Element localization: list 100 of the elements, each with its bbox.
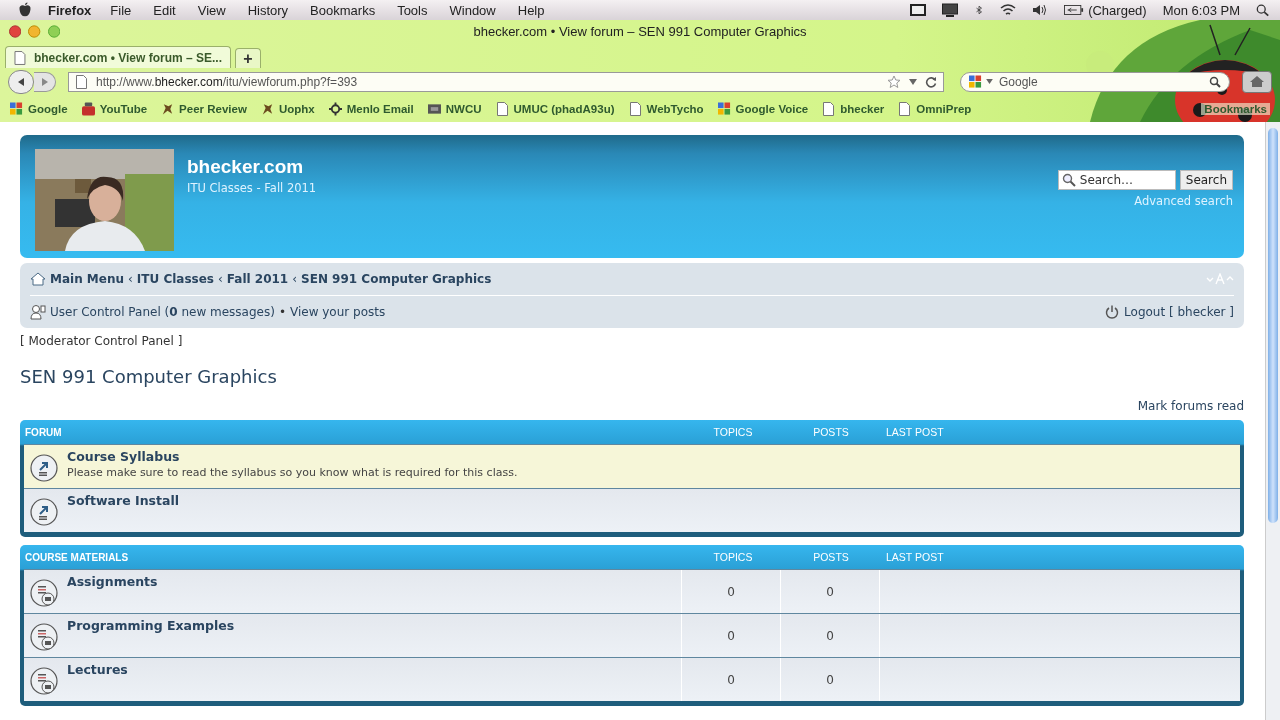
forum-row[interactable]: Programming Examples 0 0 — [24, 613, 1240, 657]
arrow-circle-icon — [30, 498, 58, 526]
user-icon — [30, 304, 46, 320]
search-icon[interactable] — [1209, 75, 1221, 88]
bookmark-item[interactable]: Menlo Email — [328, 101, 414, 116]
display-icon[interactable] — [942, 3, 959, 17]
breadcrumb-separator: ‹ — [292, 272, 298, 286]
back-button[interactable] — [8, 69, 34, 94]
logout-link[interactable]: Logout [ bhecker ] — [1124, 305, 1234, 319]
page-icon — [14, 50, 26, 65]
mark-read-link[interactable]: Mark forums read — [1137, 399, 1244, 413]
search-bar[interactable]: Google — [960, 71, 1230, 92]
tab-label: bhecker.com • View forum – SE... — [33, 50, 222, 65]
badge-icon — [427, 101, 441, 116]
bookmark-item[interactable]: UMUC (phadA93u) — [495, 101, 615, 116]
search-input[interactable]: Google — [997, 73, 1205, 90]
back-arrow-icon — [16, 76, 26, 87]
window-title: bhecker.com • View forum – SEN 991 Computer Graphics — [472, 23, 808, 39]
house-icon — [1249, 75, 1265, 88]
arrow-circle-icon — [30, 454, 58, 482]
forum-row[interactable]: Assignments 0 0 — [24, 569, 1240, 613]
menu-item[interactable]: Window — [449, 2, 496, 18]
star-icon[interactable] — [887, 74, 901, 89]
breadcrumb-separator: ‹ — [128, 272, 133, 286]
dropdown-icon[interactable] — [909, 78, 917, 85]
home-icon[interactable] — [30, 271, 46, 287]
menu-item[interactable]: View — [197, 2, 226, 18]
search-icon[interactable] — [1256, 3, 1270, 17]
site-subtitle: ITU Classes - Fall 2011 — [187, 181, 317, 195]
column-header: LAST POST — [885, 426, 945, 438]
posts-cell: 0 — [780, 658, 879, 701]
menu-item[interactable]: Edit — [153, 2, 176, 18]
forum-read-icon — [30, 623, 58, 651]
menu-item[interactable]: File — [110, 2, 132, 18]
forum-link[interactable]: Assignments — [67, 574, 158, 589]
battery-icon[interactable] — [1064, 3, 1085, 17]
browser-tab[interactable]: bhecker.com • View forum – SE... — [5, 46, 231, 68]
breadcrumb-link[interactable]: Main Menu — [50, 272, 125, 286]
speaker-icon[interactable] — [1032, 3, 1049, 17]
app-menu[interactable]: Firefox — [48, 2, 92, 18]
search-button[interactable]: Search — [1179, 170, 1233, 190]
search-icon — [1061, 173, 1076, 187]
address-bar[interactable]: http://www.bhecker.com/itu/viewforum.php?f=393 — [68, 71, 944, 92]
bookmark-item[interactable]: Google — [10, 101, 68, 116]
menu-item[interactable]: Help — [517, 2, 545, 18]
colored-squares-icon[interactable] — [969, 74, 982, 89]
topics-cell: 0 — [681, 658, 780, 701]
breadcrumb-link[interactable]: Fall 2011 — [226, 272, 289, 286]
column-header: POSTS — [812, 426, 850, 438]
bookmark-item[interactable]: WebTycho — [628, 101, 704, 116]
page-icon — [898, 101, 912, 116]
page-icon — [628, 101, 642, 116]
forum-link[interactable]: Programming Examples — [67, 618, 235, 633]
separator-dot: • — [278, 305, 286, 319]
bookmarks-menu[interactable]: Bookmarks — [1201, 102, 1270, 115]
bookmark-item[interactable]: OmniPrep — [898, 101, 972, 116]
forum-row[interactable]: Software Install — [24, 488, 1240, 532]
menu-item[interactable]: History — [247, 2, 289, 18]
breadcrumb-link[interactable]: SEN 991 Computer Graphics — [301, 272, 492, 286]
breadcrumb-link[interactable]: ITU Classes — [136, 272, 214, 286]
forum-read-icon — [30, 579, 58, 607]
page-icon — [822, 101, 836, 116]
apple-icon[interactable] — [18, 2, 32, 18]
bookmark-item[interactable]: YouTube — [81, 101, 148, 116]
forum-link[interactable]: Course Syllabus — [67, 449, 180, 464]
menu-item[interactable]: Bookmarks — [310, 2, 376, 18]
column-header: TOPICS — [712, 426, 754, 438]
power-icon — [1104, 304, 1121, 320]
colored-squares-icon — [10, 101, 23, 116]
clock[interactable]: Mon 6:03 PM — [1162, 2, 1240, 18]
home-button[interactable] — [1242, 70, 1272, 93]
new-tab-button[interactable]: + — [235, 48, 261, 68]
moderator-panel-link[interactable]: [ Moderator Control Panel ] — [20, 334, 183, 348]
close-icon[interactable] — [9, 24, 22, 38]
wifi-icon[interactable] — [1000, 3, 1017, 17]
forum-row[interactable]: Lectures 0 0 — [24, 657, 1240, 701]
bookmark-item[interactable]: Uophx — [260, 101, 315, 116]
battery-status: (Charged) — [1088, 2, 1147, 18]
column-header: LAST POST — [885, 551, 945, 563]
breadcrumb-separator: ‹ — [218, 272, 223, 286]
bookmark-item[interactable]: bhecker — [822, 101, 885, 116]
control-panel-link[interactable]: User Control Panel (0 new messages) — [50, 305, 275, 319]
page-icon — [75, 74, 88, 89]
forum-row[interactable]: Course Syllabus Please make sure to read the syllabus so you know what is required for this class. — [24, 444, 1240, 488]
scrollbar[interactable] — [1265, 122, 1280, 720]
forum-link[interactable]: Lectures — [67, 662, 128, 677]
forum-description: Please make sure to read the syllabus so you know what is required for this class. — [67, 466, 518, 479]
menu-item[interactable]: Tools — [397, 2, 428, 18]
search-box[interactable]: Search… — [1057, 170, 1176, 190]
column-header: POSTS — [812, 551, 850, 563]
column-header: TOPICS — [712, 551, 754, 563]
page-title: SEN 991 Computer Graphics — [20, 366, 278, 387]
forum-link[interactable]: Software Install — [67, 493, 179, 508]
reload-icon[interactable] — [925, 75, 937, 88]
bluetooth-icon[interactable] — [974, 3, 985, 17]
bookmark-item[interactable]: Peer Review — [161, 101, 247, 116]
bookmark-item[interactable]: Google Voice — [717, 101, 809, 116]
dropdown-icon[interactable] — [986, 79, 993, 84]
view-posts-link[interactable]: View your posts — [289, 305, 386, 319]
bookmark-item[interactable]: NWCU — [427, 101, 482, 116]
